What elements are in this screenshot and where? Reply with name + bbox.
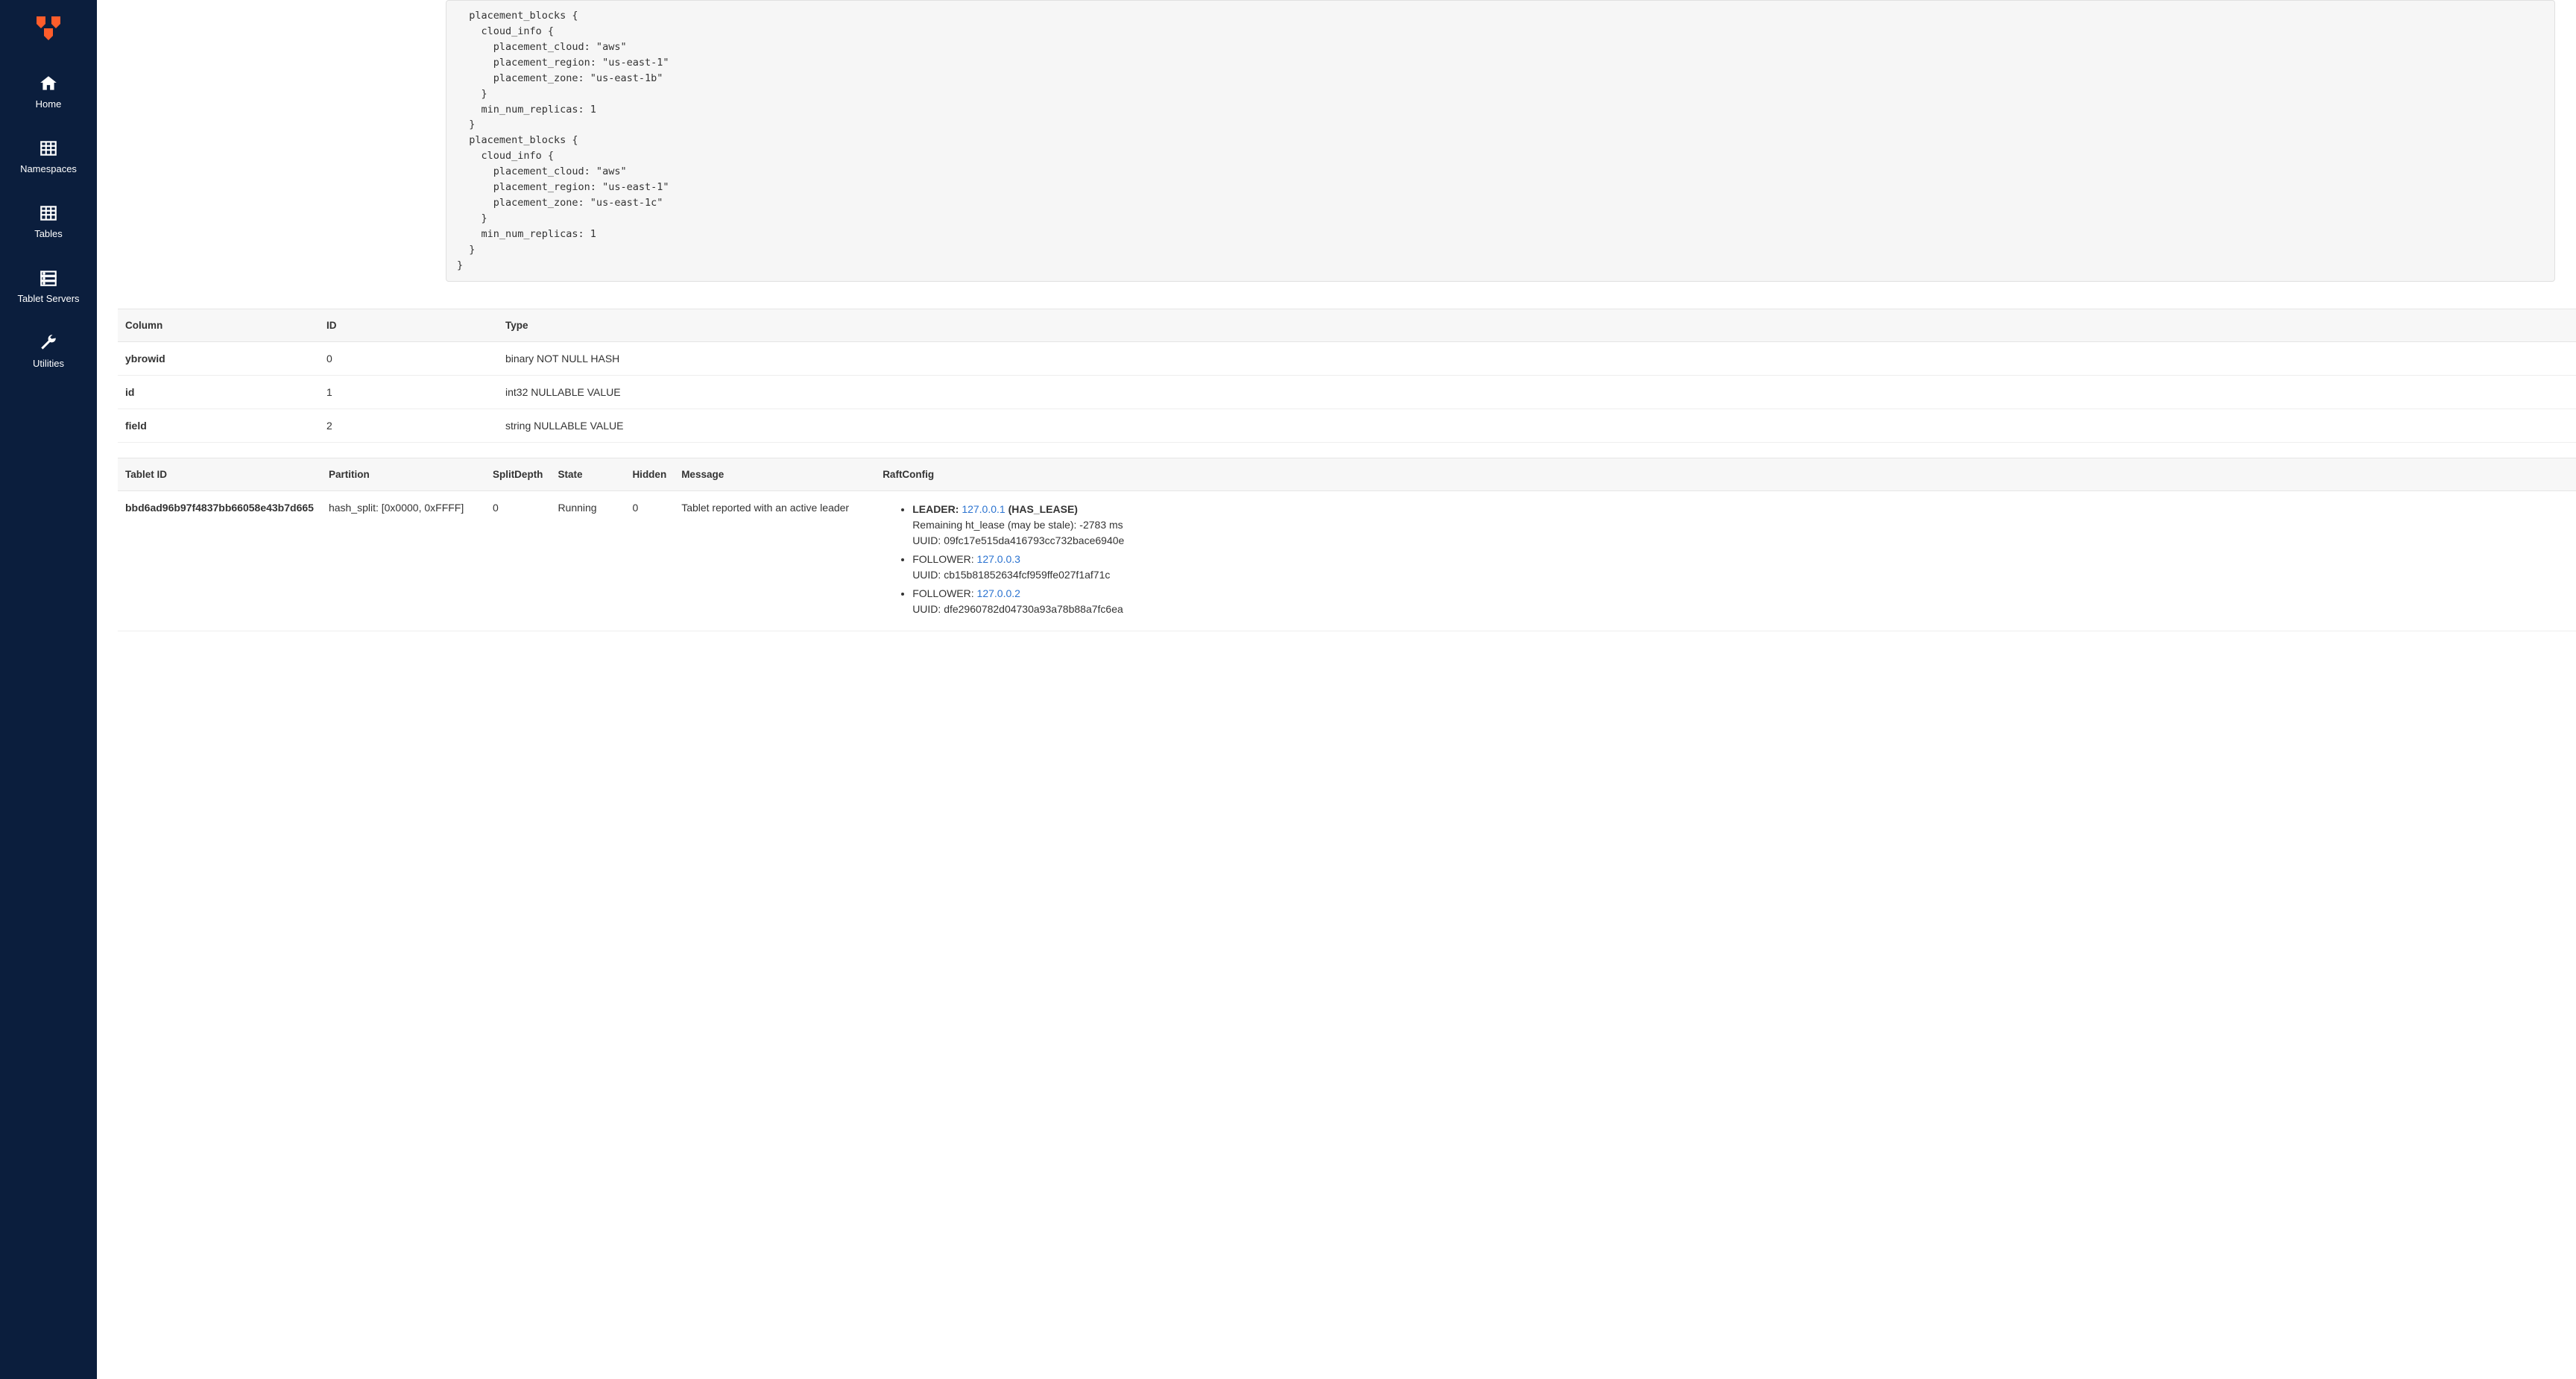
column-type: binary NOT NULL HASH [498,341,2576,375]
raft-config: LEADER: 127.0.0.1 (HAS_LEASE) Remaining h… [875,490,2576,631]
sidebar-item-label: Tablet Servers [17,293,79,304]
tablet-id: bbd6ad96b97f4837bb66058e43b7d665 [118,490,321,631]
raft-role: FOLLOWER: [912,587,976,599]
state: Running [550,490,625,631]
col-header-column: Column [118,309,319,341]
raft-uuid: UUID: cb15b81852634fcf959ffe027f1af71c [912,567,2569,583]
raft-peer-link[interactable]: 127.0.0.1 [962,503,1005,515]
split-depth: 0 [485,490,551,631]
sidebar-item-tablet-servers[interactable]: Tablet Servers [17,268,79,304]
col-header-tablet-id: Tablet ID [118,458,321,490]
column-id: 1 [319,375,498,408]
col-header-message: Message [674,458,875,490]
partition: hash_split: [0x0000, 0xFFFF] [321,490,485,631]
column-id: 0 [319,341,498,375]
raft-role: LEADER: [912,503,962,515]
table-icon [38,203,59,224]
sidebar-item-label: Home [36,98,62,110]
table-row: id1int32 NULLABLE VALUE [118,375,2576,408]
raft-lease-suffix: (HAS_LEASE) [1006,503,1078,515]
hidden: 0 [625,490,674,631]
sidebar-item-home[interactable]: Home [36,73,62,110]
columns-table: Column ID Type ybrowid0binary NOT NULL H… [118,309,2576,443]
table-header-row: Tablet ID Partition SplitDepth State Hid… [118,458,2576,490]
column-type: int32 NULLABLE VALUE [498,375,2576,408]
raft-uuid: UUID: dfe2960782d04730a93a78b88a7fc6ea [912,602,2569,617]
sidebar-item-label: Utilities [33,358,64,369]
message: Tablet reported with an active leader [674,490,875,631]
col-header-partition: Partition [321,458,485,490]
raft-member: FOLLOWER: 127.0.0.3 UUID: cb15b81852634fc… [912,552,2569,583]
tablets-table: Tablet ID Partition SplitDepth State Hid… [118,458,2576,631]
col-header-type: Type [498,309,2576,341]
col-header-id: ID [319,309,498,341]
raft-uuid: UUID: 09fc17e515da416793cc732bace6940e [912,533,2569,549]
column-name: id [118,375,319,408]
table-row: ybrowid0binary NOT NULL HASH [118,341,2576,375]
raft-lease-remaining: Remaining ht_lease (may be stale): -2783… [912,517,2569,533]
column-id: 2 [319,408,498,442]
table-row: bbd6ad96b97f4837bb66058e43b7d665hash_spl… [118,490,2576,631]
table-header-row: Column ID Type [118,309,2576,341]
table-icon [38,138,59,159]
sidebar-item-label: Namespaces [20,163,77,174]
sidebar-item-utilities[interactable]: Utilities [33,332,64,369]
raft-peer-link[interactable]: 127.0.0.2 [977,587,1020,599]
raft-member: LEADER: 127.0.0.1 (HAS_LEASE) Remaining h… [912,502,2569,549]
main-content: placement_blocks { cloud_info { placemen… [97,0,2576,1379]
column-name: field [118,408,319,442]
raft-peer-link[interactable]: 127.0.0.3 [977,553,1020,565]
col-header-state: State [550,458,625,490]
column-type: string NULLABLE VALUE [498,408,2576,442]
column-name: ybrowid [118,341,319,375]
col-header-splitdepth: SplitDepth [485,458,551,490]
sidebar-item-namespaces[interactable]: Namespaces [20,138,77,174]
col-header-hidden: Hidden [625,458,674,490]
raft-role: FOLLOWER: [912,553,976,565]
app-logo-icon [34,13,63,43]
table-row: field2string NULLABLE VALUE [118,408,2576,442]
sidebar-item-label: Tables [34,228,63,239]
sidebar: Home Namespaces Tables Tablet Servers Ut [0,0,97,1379]
raft-member: FOLLOWER: 127.0.0.2 UUID: dfe2960782d0473… [912,586,2569,617]
col-header-raftconfig: RaftConfig [875,458,2576,490]
replication-config-code: placement_blocks { cloud_info { placemen… [446,0,2555,282]
server-icon [38,268,59,288]
wrench-icon [38,332,59,353]
home-icon [38,73,59,94]
sidebar-item-tables[interactable]: Tables [34,203,63,239]
